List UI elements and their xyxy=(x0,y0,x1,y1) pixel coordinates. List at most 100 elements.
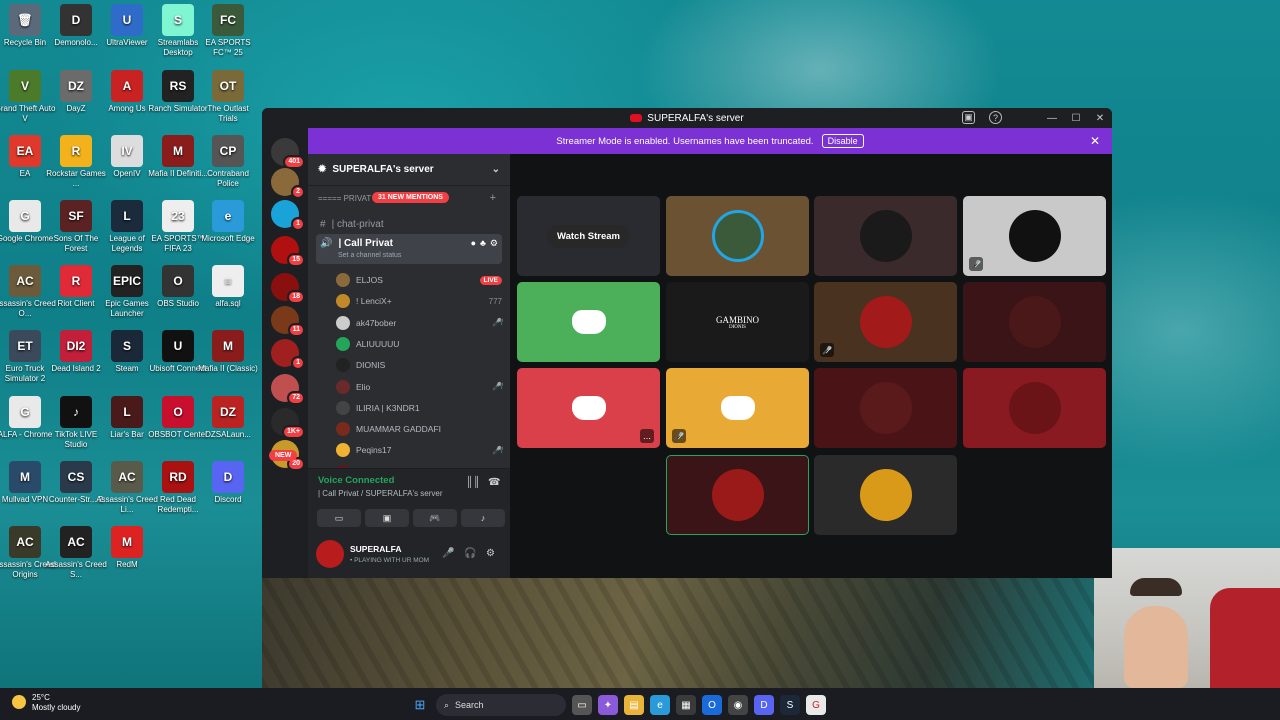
voice-connected-label[interactable]: Voice Connected xyxy=(318,475,394,486)
weather-desc: Mostly cloudy xyxy=(32,703,81,712)
avatar[interactable] xyxy=(316,540,344,568)
participant-tile[interactable] xyxy=(814,368,957,448)
inbox-icon[interactable]: ▣ xyxy=(962,111,975,124)
new-badge[interactable]: NEW xyxy=(269,450,298,461)
server-logo-icon xyxy=(630,114,643,122)
voice-channel-path[interactable]: | Call Privat / SUPERALFA's server xyxy=(318,489,443,498)
participant-tile[interactable]: GAMBINO DIONIS xyxy=(666,282,809,362)
participant-tile[interactable] xyxy=(814,455,957,535)
obs-icon[interactable]: ◉ xyxy=(728,695,748,715)
server-icon[interactable]: 72 xyxy=(271,374,305,405)
help-icon[interactable]: ? xyxy=(989,111,1002,124)
noise-icon[interactable]: ║║ xyxy=(466,477,480,488)
desktop-icon-label: The Outlast Trials xyxy=(207,104,249,123)
voice-member[interactable]: Elio 🎤̸ xyxy=(336,378,502,396)
participant-tile[interactable] xyxy=(963,368,1106,448)
disconnect-icon[interactable]: ☎ xyxy=(488,477,500,488)
task-view-icon[interactable]: ▭ xyxy=(572,695,592,715)
discord-icon[interactable]: D xyxy=(754,695,774,715)
app-icon: R xyxy=(60,265,92,297)
weather-widget[interactable]: 25°C Mostly cloudy xyxy=(12,693,80,713)
activity-button[interactable]: 🎮 xyxy=(413,509,457,527)
settings-icon[interactable]: ⚙ xyxy=(490,238,498,249)
server-icon[interactable]: 15 xyxy=(271,236,305,267)
more-options-icon[interactable]: … xyxy=(640,429,654,443)
member-status: 777 xyxy=(488,296,502,306)
gear-icon[interactable]: ⚙ xyxy=(486,548,495,559)
server-icon[interactable]: 18 xyxy=(271,273,305,304)
desktop-icon[interactable]: FC EA SPORTS FC™ 25 xyxy=(197,4,259,58)
participant-tile[interactable] xyxy=(666,196,809,276)
server-icon[interactable]: 401 xyxy=(271,138,305,169)
voice-member[interactable]: DIONIS xyxy=(336,356,502,374)
participant-tile[interactable] xyxy=(963,282,1106,362)
voice-member[interactable]: MUAMMAR GADDAFI xyxy=(336,420,502,438)
mic-icon[interactable]: 🎤 xyxy=(442,548,454,559)
participant-tile[interactable] xyxy=(814,196,957,276)
search-box[interactable]: ⌕ Search xyxy=(436,694,566,716)
soundboard-button[interactable]: ♪ xyxy=(461,509,505,527)
desktop-icon[interactable]: DZ DZSALaun... xyxy=(197,396,259,440)
channel-status[interactable]: Set a channel status xyxy=(338,252,401,259)
voice-member[interactable]: ELJOS LIVE xyxy=(336,271,502,289)
add-channel-icon[interactable]: + xyxy=(490,192,496,204)
avatar xyxy=(336,379,350,394)
minimize-button[interactable]: — xyxy=(1040,113,1064,124)
desktop-icon[interactable]: OT The Outlast Trials xyxy=(197,70,259,124)
watch-stream-button[interactable]: Watch Stream xyxy=(547,224,630,248)
voice-member[interactable]: ! LenciX+ 777 xyxy=(336,292,502,310)
voice-member[interactable]: ILIRIA | K3NDR1 xyxy=(336,399,502,417)
unread-badge: 72 xyxy=(287,391,305,405)
steam-icon[interactable]: S xyxy=(780,695,800,715)
participant-tile[interactable]: 🎤̸ xyxy=(814,282,957,362)
desktop-icon[interactable]: e Microsoft Edge xyxy=(197,200,259,244)
search-label: Search xyxy=(455,700,484,710)
channel-call-privat[interactable]: 🔊 | Call Privat ● ♣ ⚙ Set a channel status xyxy=(316,234,502,264)
windows-start-icon[interactable]: ⊞ xyxy=(410,695,430,715)
close-banner-icon[interactable]: ✕ xyxy=(1090,134,1100,148)
chat-icon[interactable]: ● xyxy=(471,238,476,249)
server-icon[interactable]: 2 xyxy=(271,168,305,199)
close-button[interactable]: ✕ xyxy=(1088,113,1112,124)
server-icon[interactable]: 1 xyxy=(271,339,305,370)
server-icon[interactable]: 11 xyxy=(271,306,305,337)
participant-tile[interactable]: … xyxy=(517,368,660,448)
app-icon: ET xyxy=(9,330,41,362)
store-icon[interactable]: ▦ xyxy=(676,695,696,715)
participant-tile[interactable] xyxy=(517,282,660,362)
voice-member[interactable]: ak47bober 🎤̸ xyxy=(336,314,502,332)
participant-tile[interactable]: 🎤̸ xyxy=(963,196,1106,276)
maximize-button[interactable]: ☐ xyxy=(1064,113,1088,124)
copilot-icon[interactable]: ✦ xyxy=(598,695,618,715)
chrome-icon[interactable]: G xyxy=(806,695,826,715)
app-icon: M xyxy=(111,526,143,558)
desktop-icon[interactable]: ≡ alfa.sql xyxy=(197,265,259,309)
participant-tile[interactable]: 🎤̸ xyxy=(666,368,809,448)
voice-member[interactable]: Peqins17 🎤̸ xyxy=(336,441,502,459)
desktop-icon[interactable]: M Mafia II (Classic) xyxy=(197,330,259,374)
edge-icon[interactable]: e xyxy=(650,695,670,715)
mentions-pill[interactable]: 31 NEW MENTIONS xyxy=(372,192,449,203)
channel-chat-privat[interactable]: # | chat-privat xyxy=(316,216,502,232)
file-explorer-icon[interactable]: ▤ xyxy=(624,695,644,715)
participant-tile-speaking[interactable] xyxy=(666,455,809,535)
desktop-icon[interactable]: CP Contraband Police xyxy=(197,135,259,189)
app-icon: AC xyxy=(60,526,92,558)
server-rail: 401 2 1 15 18 11 1 72 1K+ 20 NEW xyxy=(262,128,308,578)
stream-tile[interactable]: Watch Stream xyxy=(517,196,660,276)
screen-share-button[interactable]: ▣ xyxy=(365,509,409,527)
desktop-icon-label: RedM xyxy=(116,560,138,569)
muted-icon: 🎤̸ xyxy=(969,257,983,271)
server-icon[interactable]: 1 xyxy=(271,200,305,231)
disable-button[interactable]: Disable xyxy=(821,134,864,148)
server-icon[interactable]: 1K+ xyxy=(271,408,305,439)
app-icon: G xyxy=(9,200,41,232)
voice-member[interactable]: ALIUUUUU xyxy=(336,335,502,353)
camera-button[interactable]: ▭ xyxy=(317,509,361,527)
server-header[interactable]: ✹ SUPERALFA's server ⌄ xyxy=(308,154,510,186)
outlook-icon[interactable]: O xyxy=(702,695,722,715)
invite-icon[interactable]: ♣ xyxy=(480,238,486,249)
headphones-icon[interactable]: 🎧 xyxy=(464,548,476,559)
desktop-icon[interactable]: M RedM xyxy=(96,526,158,570)
desktop-icon[interactable]: D Discord xyxy=(197,461,259,505)
